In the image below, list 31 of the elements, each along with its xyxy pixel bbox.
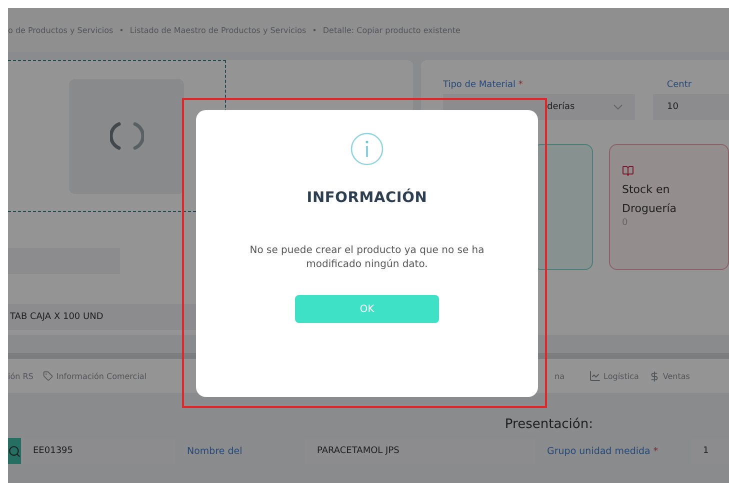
image-drop-zone[interactable] [8,60,226,212]
field-label: Tipo de Material * [443,80,523,90]
info-icon [350,132,384,166]
dialog-title: INFORMACIÓN [306,190,428,206]
dialog-message: No se puede crear el producto ya que no se ha modificado ningún dato. [248,244,486,271]
tab[interactable]: Ventas [648,370,700,382]
section-title: Presentación: [504,417,593,432]
tab[interactable]: Información Comercial [43,371,157,381]
breadcrumb-link[interactable]: Detalle: Copiar producto existente [322,26,460,34]
breadcrumb-separator: • [119,26,124,34]
chevron-down-icon [613,104,623,110]
breadcrumb-separator: • [312,26,317,34]
breadcrumb-link[interactable]: o de Productos y Servicios [8,26,114,34]
tab[interactable]: ión RS [8,372,44,380]
book-icon [622,165,634,177]
field-label: Centr [666,80,692,90]
field-label: Grupo unidad medida * [546,446,660,456]
text-field[interactable]: 10 [653,94,729,120]
card-title: Stock en Droguería [622,182,678,217]
search-icon [8,444,21,458]
loading-spinner-icon [110,121,144,151]
tab[interactable]: na [554,372,575,380]
tag-icon [43,371,54,381]
tab[interactable]: Logística [588,370,649,382]
chart-icon [588,370,601,382]
field-label: Nombre del [186,446,244,456]
text-field[interactable] [8,248,120,274]
ok-button[interactable]: OK [295,295,439,323]
breadcrumb-link[interactable]: Listado de Maestro de Productos y Servicios [130,26,306,34]
dollar-icon [648,370,660,382]
search-button[interactable] [8,438,21,464]
